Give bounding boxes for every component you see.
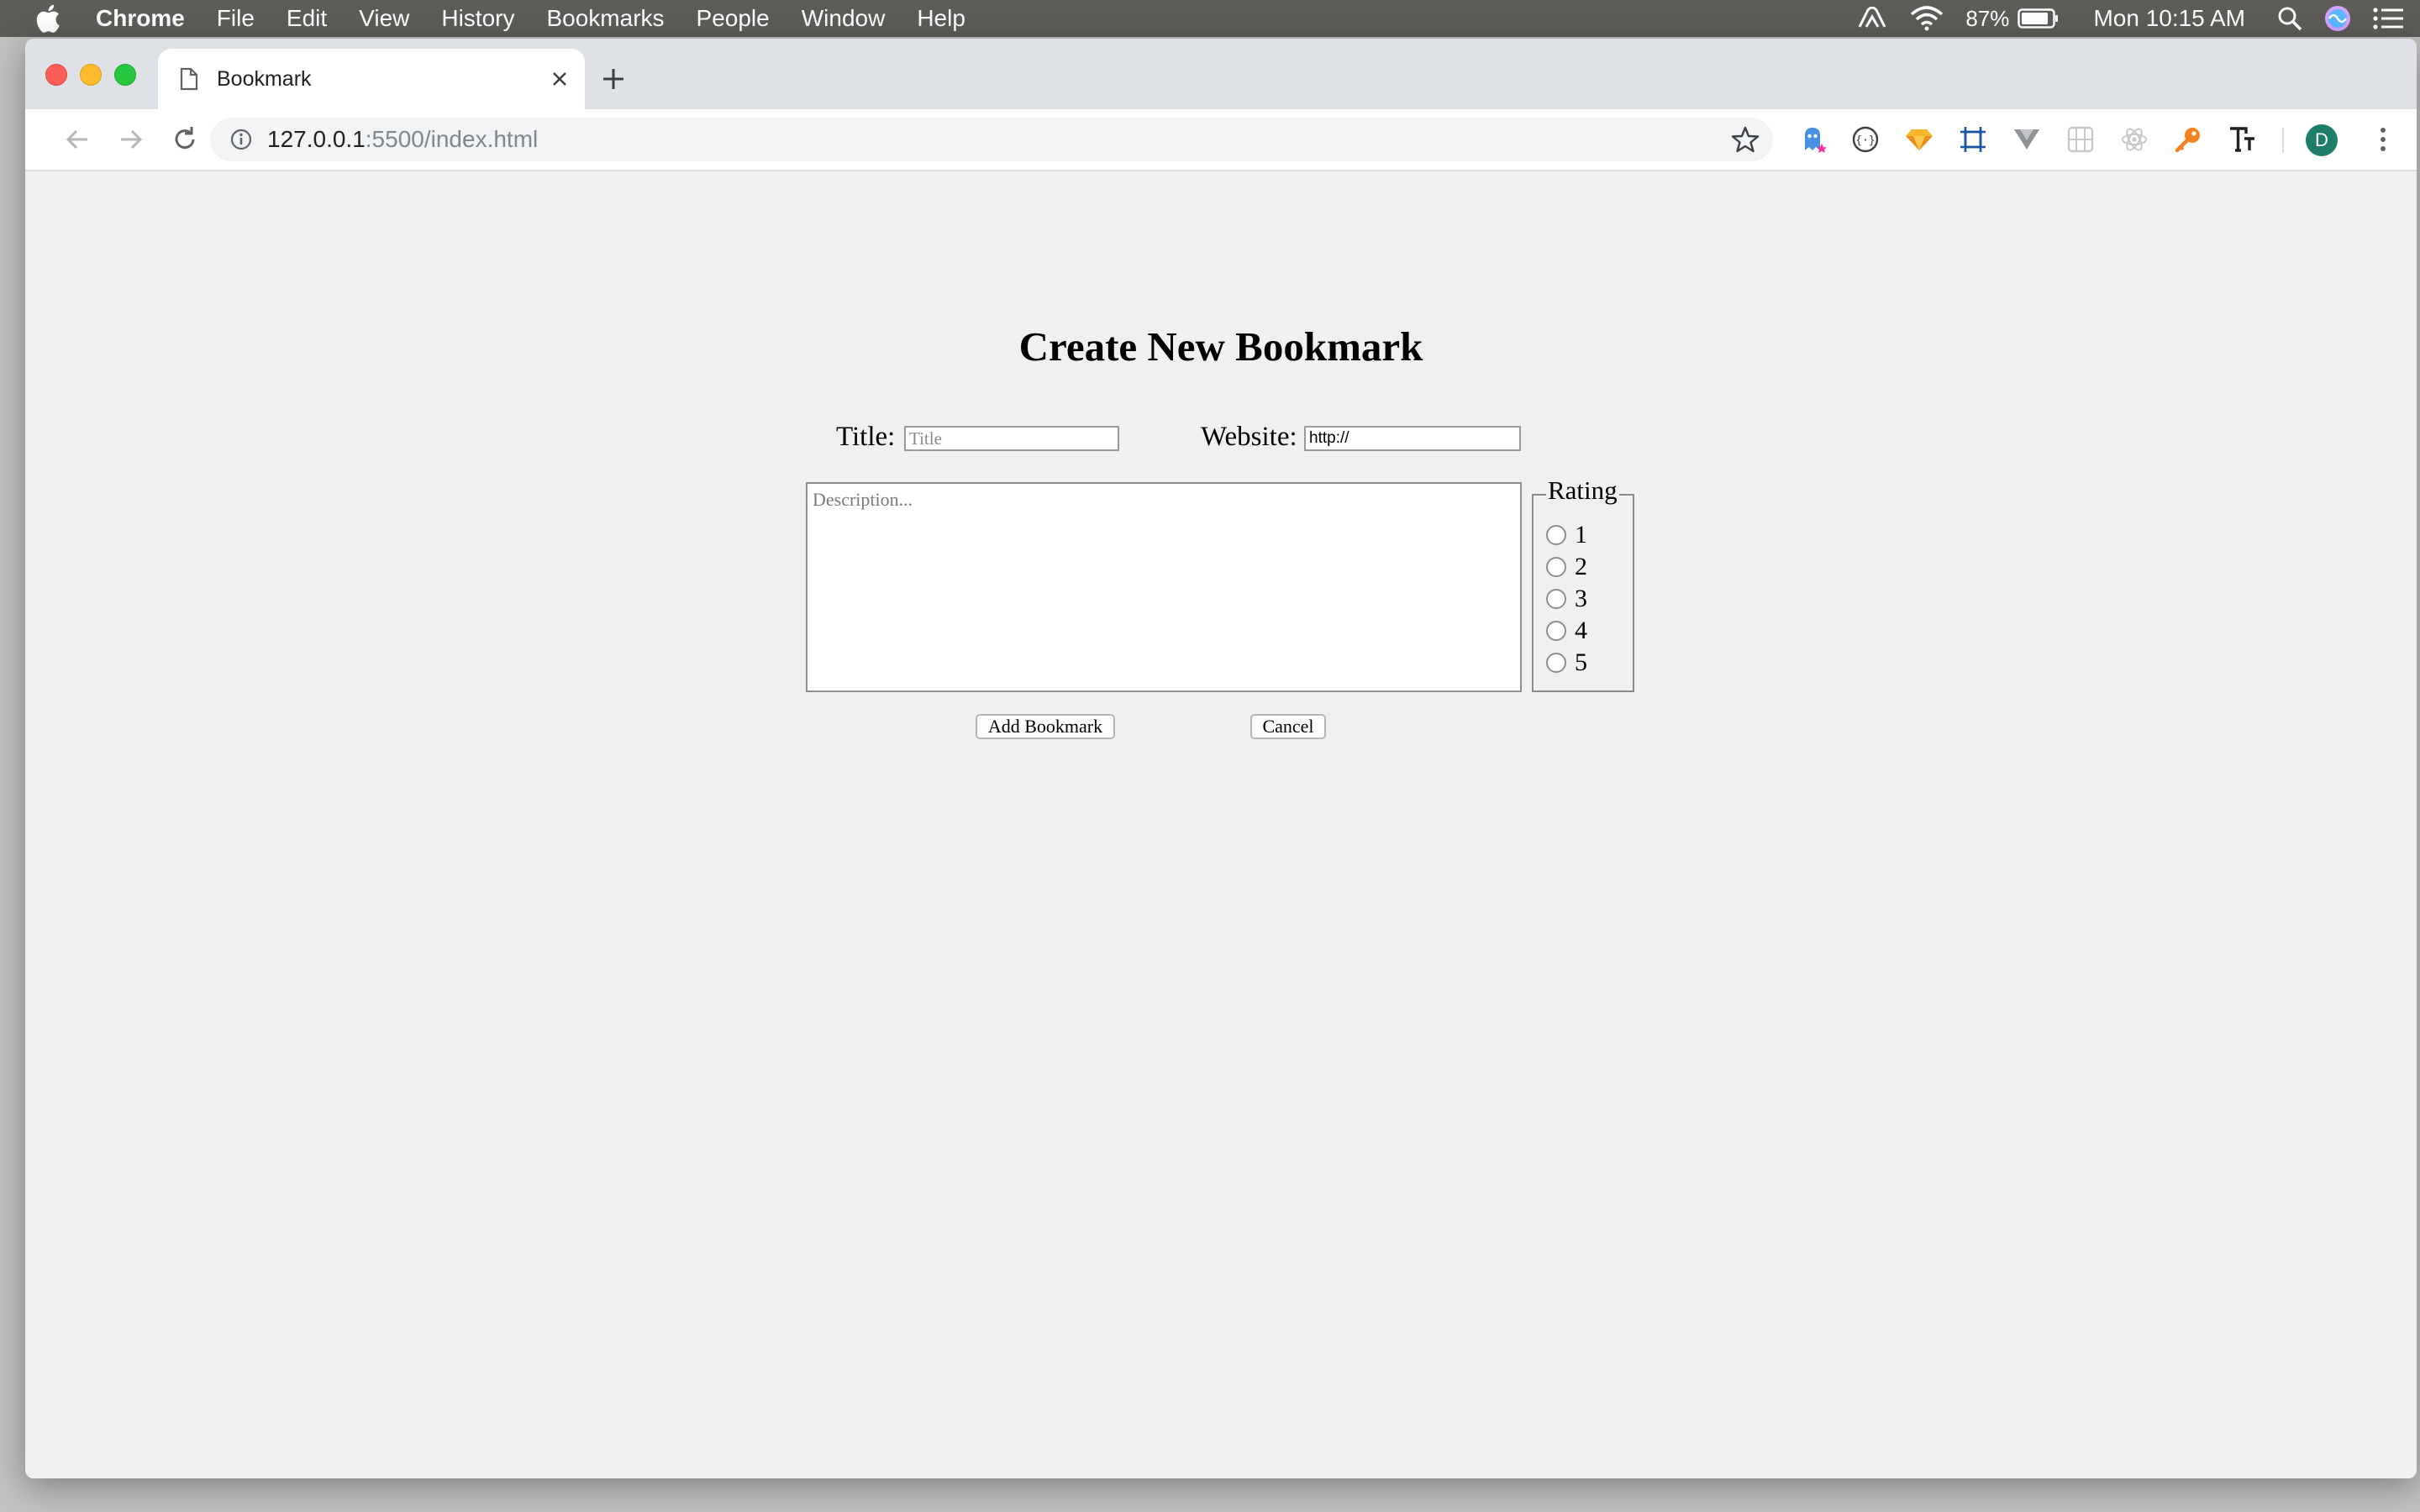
browser-toolbar: 127.0.0.1:5500/index.html {·} D — [25, 109, 2417, 171]
battery-icon[interactable] — [2018, 8, 2060, 29]
svg-text:{·}: {·} — [1855, 134, 1875, 147]
menu-app-chrome[interactable]: Chrome — [96, 5, 185, 32]
reload-icon[interactable] — [168, 123, 202, 156]
bookmark-star-icon[interactable] — [1731, 125, 1760, 154]
menu-bookmarks[interactable]: Bookmarks — [546, 5, 664, 32]
add-bookmark-button[interactable]: Add Bookmark — [976, 714, 1115, 739]
rating-label-3: 3 — [1575, 585, 1587, 612]
window-close-button[interactable] — [45, 64, 67, 86]
rating-option-3[interactable]: 3 — [1546, 585, 1587, 613]
url-text[interactable]: 127.0.0.1:5500/index.html — [267, 126, 538, 153]
address-bar[interactable]: 127.0.0.1:5500/index.html — [210, 118, 1773, 161]
key-extension-icon[interactable] — [2173, 124, 2203, 155]
rating-radio-4[interactable] — [1546, 621, 1566, 641]
title-input[interactable] — [904, 426, 1119, 451]
rating-option-2[interactable]: 2 — [1546, 553, 1587, 581]
rating-option-4[interactable]: 4 — [1546, 617, 1587, 645]
rating-option-5[interactable]: 5 — [1546, 648, 1587, 677]
menu-bar: Chrome File Edit View History Bookmarks … — [0, 0, 2420, 37]
notification-center-icon[interactable] — [2373, 8, 2403, 29]
page-content: Create New Bookmark Title: Website: Rati… — [25, 171, 2417, 1478]
creative-cloud-icon[interactable] — [1856, 7, 1888, 30]
siri-icon[interactable] — [2324, 5, 2351, 32]
menu-edit[interactable]: Edit — [287, 5, 327, 32]
clock[interactable]: Mon 10:15 AM — [2093, 5, 2245, 32]
tab-close-icon[interactable] — [546, 66, 573, 92]
back-arrow-icon[interactable] — [60, 123, 94, 156]
ghostery-extension-icon[interactable] — [1798, 124, 1828, 155]
rating-radio-1[interactable] — [1546, 525, 1566, 545]
description-textarea[interactable] — [806, 482, 1522, 692]
rating-option-1[interactable]: 1 — [1546, 521, 1587, 549]
page-icon — [180, 67, 198, 91]
spotlight-search-icon[interactable] — [2277, 6, 2302, 31]
rating-label-1: 1 — [1575, 521, 1587, 549]
url-host: 127.0.0.1 — [267, 126, 366, 152]
tab-bookmark[interactable]: Bookmark — [158, 49, 585, 109]
rating-label-5: 5 — [1575, 648, 1587, 676]
cancel-button[interactable]: Cancel — [1250, 714, 1326, 739]
rating-label-4: 4 — [1575, 617, 1587, 644]
sketch-extension-icon[interactable] — [1904, 124, 1934, 155]
text-extension-icon[interactable] — [2227, 124, 2257, 155]
crop-frame-extension-icon[interactable] — [1958, 124, 1988, 155]
kebab-menu-icon[interactable] — [2368, 124, 2398, 155]
browser-window: Bookmark 127.0.0.1:5500/index.html {·} D… — [25, 39, 2417, 1478]
react-devtools-extension-icon[interactable] — [2119, 124, 2149, 155]
code-extension-icon[interactable]: {·} — [1850, 124, 1881, 155]
vue-devtools-extension-icon[interactable] — [2012, 124, 2042, 155]
menu-history[interactable]: History — [441, 5, 514, 32]
menu-people[interactable]: People — [697, 5, 770, 32]
apple-icon[interactable] — [35, 3, 66, 34]
menu-file[interactable]: File — [217, 5, 255, 32]
rating-radio-3[interactable] — [1546, 589, 1566, 609]
rating-radio-5[interactable] — [1546, 653, 1566, 673]
page-title: Create New Bookmark — [1018, 323, 1423, 370]
website-label: Website: — [1201, 422, 1297, 452]
tab-strip: Bookmark — [25, 39, 2417, 109]
menu-help[interactable]: Help — [917, 5, 965, 32]
title-label: Title: — [836, 422, 896, 452]
website-input[interactable] — [1304, 426, 1521, 451]
wifi-icon[interactable] — [1910, 6, 1944, 31]
toolbar-separator — [2282, 128, 2284, 153]
grid-extension-icon[interactable] — [2065, 124, 2096, 155]
rating-label-2: 2 — [1575, 553, 1587, 580]
window-minimize-button[interactable] — [80, 64, 102, 86]
new-tab-plus-icon[interactable] — [597, 62, 630, 96]
url-path: :5500/index.html — [365, 126, 539, 152]
battery-percent: 87% — [1965, 5, 2010, 31]
window-maximize-button[interactable] — [114, 64, 136, 86]
menu-window[interactable]: Window — [802, 5, 886, 32]
profile-avatar[interactable]: D — [2306, 124, 2338, 156]
rating-legend: Rating — [1546, 475, 1619, 506]
menu-view[interactable]: View — [359, 5, 409, 32]
tab-title: Bookmark — [217, 66, 312, 91]
site-info-icon[interactable] — [230, 129, 252, 150]
rating-radio-2[interactable] — [1546, 557, 1566, 577]
forward-arrow-icon[interactable] — [114, 123, 148, 156]
